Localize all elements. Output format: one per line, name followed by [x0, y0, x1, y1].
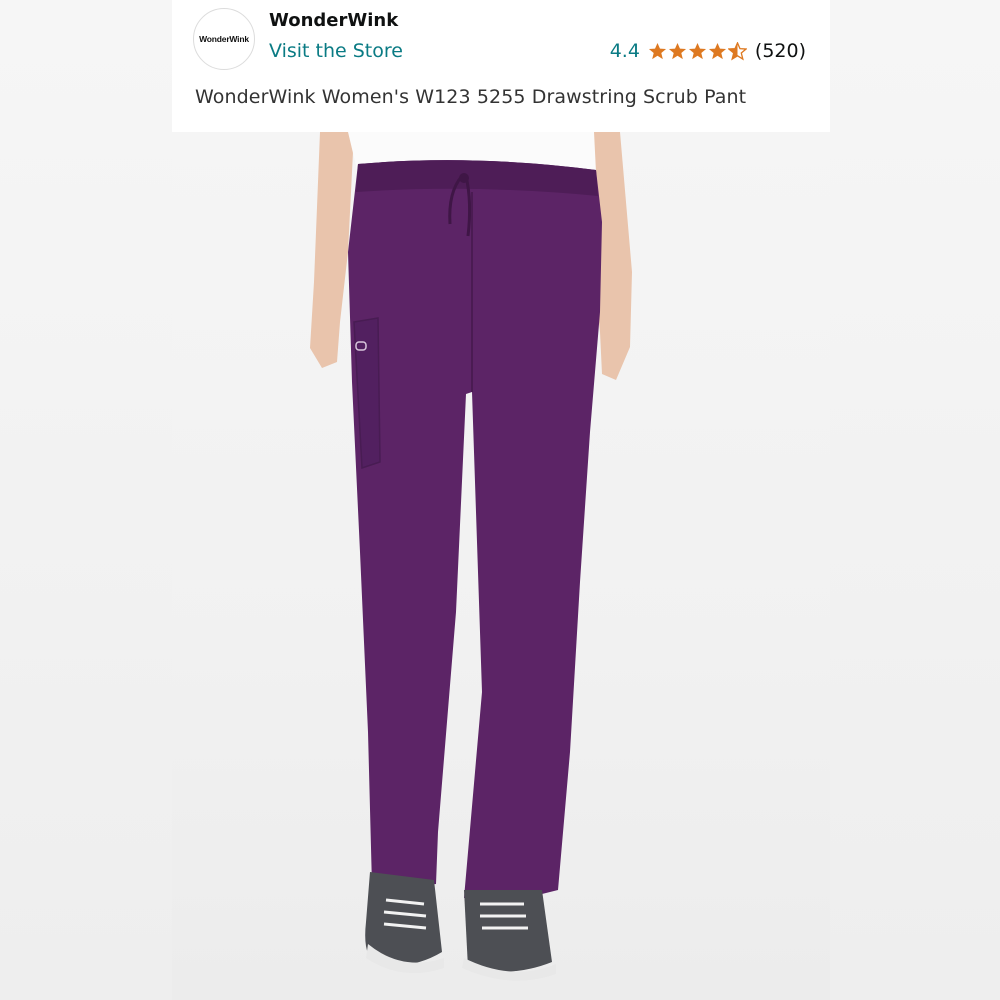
product-card: WonderWink WonderWink Visit the Store 4.… [172, 0, 830, 1000]
star-rating [648, 41, 747, 61]
star-icon [648, 42, 666, 59]
product-image[interactable] [172, 132, 830, 1000]
product-title: WonderWink Women's W123 5255 Drawstring … [195, 86, 747, 108]
right-shoe [464, 890, 552, 972]
star-icon [708, 42, 726, 59]
product-photo-illustration [310, 132, 632, 981]
star-icon [668, 42, 686, 59]
scrub-pants [348, 160, 602, 899]
right-background [830, 0, 1000, 1000]
brand-name[interactable]: WonderWink [269, 10, 398, 31]
rating-summary[interactable]: 4.4 (520) [610, 40, 806, 62]
rating-value: 4.4 [609, 40, 640, 62]
review-count: (520) [754, 40, 806, 62]
product-header: WonderWink WonderWink Visit the Store 4.… [172, 0, 830, 132]
half-star-icon [727, 41, 747, 61]
brand-logo[interactable]: WonderWink [193, 8, 255, 70]
left-background [0, 0, 172, 1000]
brand-logo-text: WonderWink [199, 34, 249, 44]
star-icon [688, 42, 706, 59]
left-arm [310, 132, 354, 368]
visit-store-link[interactable]: Visit the Store [269, 40, 403, 62]
